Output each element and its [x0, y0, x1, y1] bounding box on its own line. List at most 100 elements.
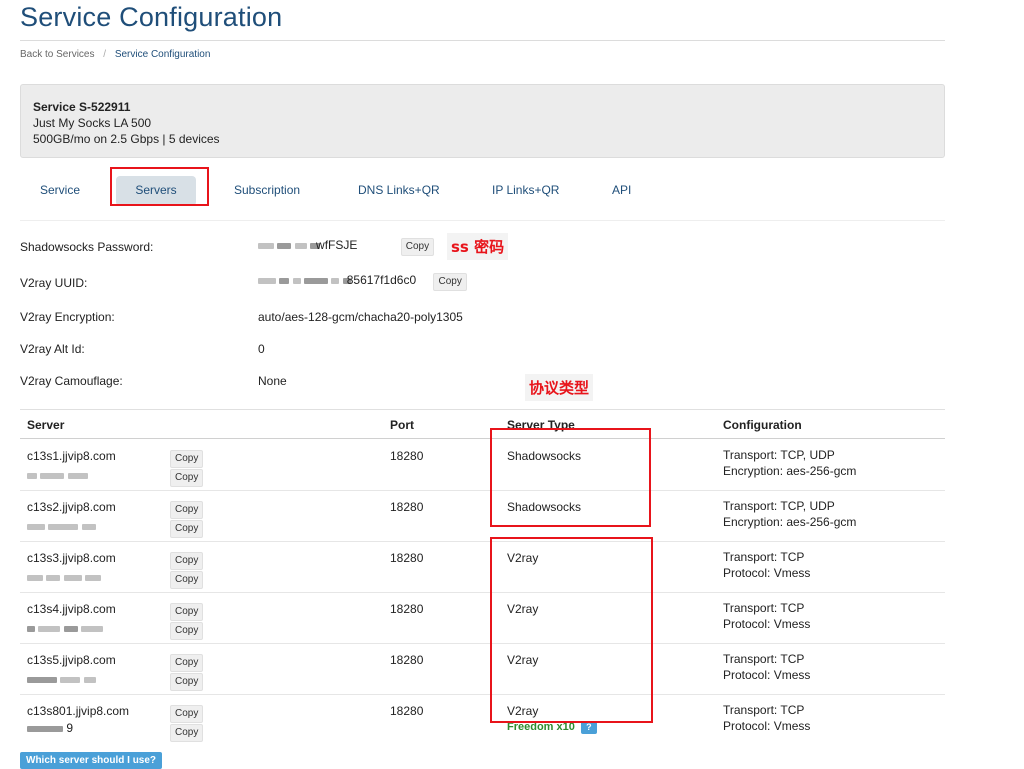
copy-ip-button[interactable]: Copy [170, 520, 204, 538]
config-transport: Transport: TCP [723, 601, 805, 615]
freedom-label: Freedom x10 [507, 721, 575, 733]
breadcrumb-separator: / [103, 49, 107, 60]
redacted-text [38, 625, 61, 632]
server-ip [27, 570, 102, 584]
server-ip [27, 621, 104, 635]
server-host: c13s5.jjvip8.com [27, 653, 116, 667]
redacted-text [40, 472, 65, 479]
tabs-divider [20, 220, 945, 221]
server-config: Transport: TCP Protocol: Vmess [723, 702, 810, 734]
redacted-text [67, 472, 88, 479]
server-ip-tail: 9 [66, 721, 74, 735]
server-port: 18280 [390, 449, 424, 463]
tab-ip-links-qr[interactable]: IP Links+QR [492, 176, 559, 206]
copy-ip-button[interactable]: Copy [170, 469, 204, 487]
redacted-text [27, 725, 63, 732]
ss-password-suffix: wfFSJE [316, 238, 358, 252]
server-ip: 9 [27, 721, 73, 735]
title-divider [20, 40, 945, 41]
server-ip [27, 468, 88, 482]
server-host: c13s1.jjvip8.com [27, 449, 116, 463]
annotation-label-ss-password: ss 密码 [447, 233, 509, 260]
annotation-label-protocol-type: 协议类型 [525, 374, 594, 401]
server-type: V2ray [507, 602, 539, 616]
server-config: Transport: TCP, UDP Encryption: aes-256-g… [723, 498, 856, 530]
service-summary: Service S-522911 Just My Socks LA 500 50… [20, 84, 945, 158]
server-config: Transport: TCP Protocol: Vmess [723, 549, 810, 581]
breadcrumb-back-link[interactable]: Back to Services [20, 49, 94, 60]
redacted-text [63, 574, 82, 581]
redacted-text [27, 574, 43, 581]
help-icon[interactable]: ? [580, 721, 597, 734]
col-server: Server [27, 418, 65, 432]
redacted-text [27, 472, 37, 479]
config-detail: Protocol: Vmess [723, 719, 811, 733]
server-host: c13s3.jjvip8.com [27, 551, 116, 565]
uuid-value: 85617f1d6c0 Copy [258, 273, 467, 291]
which-server-button[interactable]: Which server should I use? [20, 752, 163, 769]
alt-id-label: V2ray Alt Id: [20, 342, 85, 356]
redacted-text [279, 277, 290, 284]
server-ip [27, 672, 96, 686]
copy-ip-button[interactable]: Copy [170, 571, 204, 589]
config-detail: Encryption: aes-256-gcm [723, 515, 857, 529]
breadcrumb: Back to Services / Service Configuration [20, 49, 210, 60]
table-row: c13s2.jjvip8.com Copy Copy 18280 Shadows… [20, 491, 945, 542]
config-detail: Encryption: aes-256-gcm [723, 464, 857, 478]
tab-bar: Service Servers Subscription DNS Links+Q… [20, 176, 945, 206]
table-row: c13s3.jjvip8.com Copy Copy 18280 V2ray T… [20, 542, 945, 593]
copy-host-button[interactable]: Copy [170, 654, 204, 672]
tab-subscription[interactable]: Subscription [234, 176, 300, 206]
col-port: Port [390, 418, 414, 432]
breadcrumb-current[interactable]: Service Configuration [115, 49, 211, 60]
copy-host-button[interactable]: Copy [170, 450, 204, 468]
redacted-text [85, 574, 102, 581]
redacted-text [60, 676, 81, 683]
tab-service[interactable]: Service [40, 176, 80, 206]
server-host: c13s801.jjvip8.com [27, 704, 130, 718]
alt-id-value: 0 [258, 342, 265, 356]
redacted-text [27, 523, 45, 530]
copy-host-button[interactable]: Copy [170, 552, 204, 570]
copy-ip-button[interactable]: Copy [170, 724, 204, 742]
tab-api[interactable]: API [612, 176, 631, 206]
server-config: Transport: TCP, UDP Encryption: aes-256-g… [723, 447, 856, 479]
ss-password-label: Shadowsocks Password: [20, 240, 154, 254]
copy-ss-password-button[interactable]: Copy [400, 238, 435, 256]
table-row: c13s1.jjvip8.com Copy Copy 18280 Shadows… [20, 440, 945, 491]
uuid-suffix: 85617f1d6c0 [346, 273, 417, 287]
config-transport: Transport: TCP [723, 550, 805, 564]
server-host: c13s2.jjvip8.com [27, 500, 116, 514]
camouflage-label: V2ray Camouflage: [20, 374, 123, 388]
config-detail: Protocol: Vmess [723, 566, 811, 580]
redacted-text [258, 277, 276, 284]
server-type: V2ray [507, 653, 539, 667]
server-port: 18280 [390, 602, 424, 616]
copy-host-button[interactable]: Copy [170, 603, 204, 621]
copy-host-button[interactable]: Copy [170, 501, 204, 519]
server-port: 18280 [390, 500, 424, 514]
redacted-text [81, 523, 96, 530]
copy-ip-button[interactable]: Copy [170, 673, 204, 691]
config-transport: Transport: TCP, UDP [723, 499, 835, 513]
server-type: Shadowsocks [507, 500, 582, 514]
server-port: 18280 [390, 551, 424, 565]
server-config: Transport: TCP Protocol: Vmess [723, 651, 810, 683]
copy-ip-button[interactable]: Copy [170, 622, 204, 640]
col-server-type: Server Type [507, 418, 575, 432]
copy-uuid-button[interactable]: Copy [433, 273, 467, 291]
tab-dns-links-qr[interactable]: DNS Links+QR [358, 176, 440, 206]
ss-password-value: wfFSJE Copy [258, 238, 435, 256]
redacted-text [331, 277, 340, 284]
config-transport: Transport: TCP [723, 703, 805, 717]
server-ip [27, 519, 96, 533]
config-transport: Transport: TCP [723, 652, 805, 666]
redacted-text [48, 523, 79, 530]
encryption-value: auto/aes-128-gcm/chacha20-poly1305 [258, 310, 463, 324]
tab-servers[interactable]: Servers [116, 176, 196, 206]
redacted-text [27, 676, 57, 683]
copy-host-button[interactable]: Copy [170, 705, 204, 723]
encryption-label: V2ray Encryption: [20, 310, 115, 324]
server-host: c13s4.jjvip8.com [27, 602, 116, 616]
server-type: V2ray [507, 704, 539, 718]
